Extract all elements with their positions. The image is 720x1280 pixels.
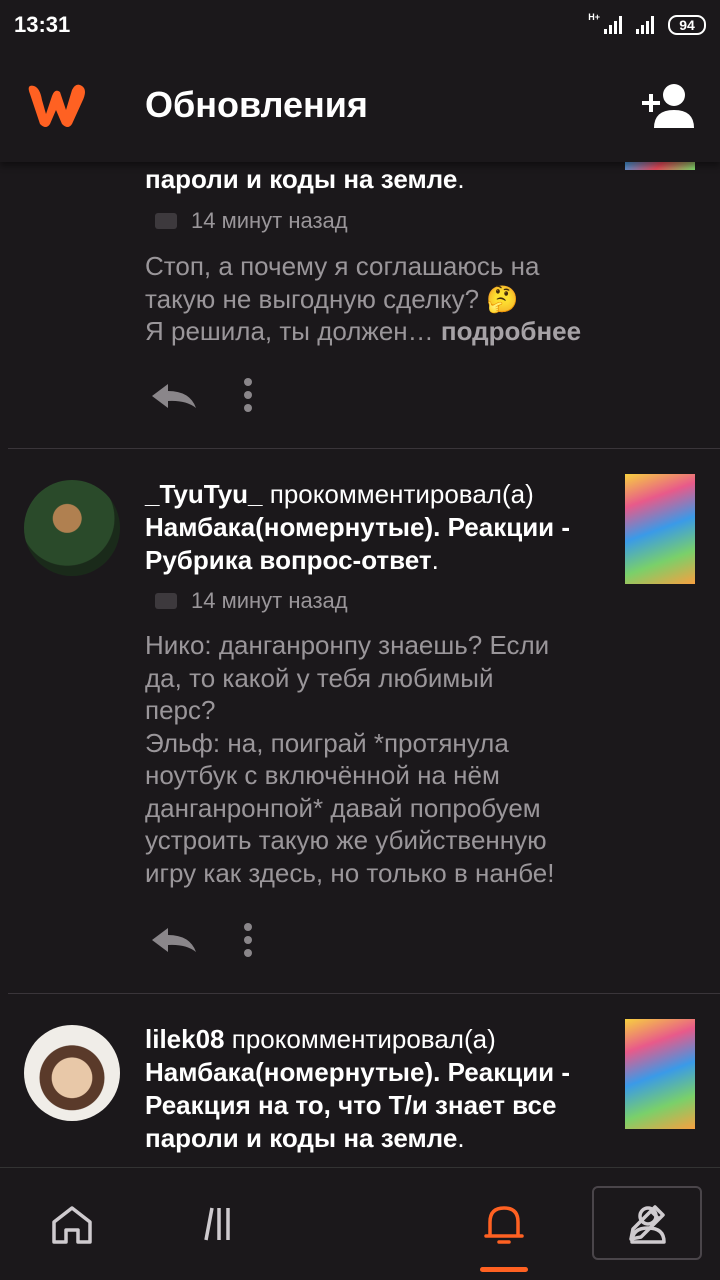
- story-title[interactable]: Намбака(номернутые). Реакции - Рубрика в…: [145, 512, 570, 575]
- status-bar: 13:31 H+ 94: [0, 0, 720, 50]
- nav-library[interactable]: [144, 1168, 288, 1280]
- comment-text: Стоп, а почему я соглашаюсь на такую не …: [145, 250, 615, 348]
- story-title[interactable]: пароли и коды на земле: [145, 164, 457, 194]
- title-period: .: [457, 1123, 465, 1153]
- timestamp: 14 минут назад: [191, 588, 348, 613]
- status-time: 13:31: [14, 12, 71, 37]
- nav-profile[interactable]: [576, 1168, 720, 1280]
- comment-text: Нико: данганронпу знаешь? Если да, то ка…: [145, 630, 555, 888]
- library-icon: [204, 1207, 230, 1241]
- divider: [8, 993, 720, 994]
- active-tab-indicator: [480, 1267, 528, 1272]
- divider: [8, 448, 720, 449]
- username[interactable]: _TyuTyu_: [145, 479, 263, 509]
- avatar[interactable]: [24, 480, 120, 576]
- reply-icon[interactable]: [150, 380, 198, 412]
- avatar[interactable]: [24, 1025, 120, 1121]
- title-period: .: [431, 545, 439, 575]
- home-icon: [52, 1206, 92, 1244]
- app-header: Обновления: [0, 50, 720, 162]
- nav-write[interactable]: [288, 1168, 702, 1280]
- battery-indicator: 94: [668, 15, 706, 35]
- read-more-link[interactable]: подробнее: [441, 316, 581, 346]
- username[interactable]: lilek08: [145, 1024, 225, 1054]
- comment-bubble-icon: [155, 593, 177, 609]
- signal-icon-2: [636, 16, 654, 34]
- network-type: H+: [588, 12, 600, 22]
- signal-icon: [604, 16, 622, 34]
- timestamp: 14 минут назад: [191, 208, 348, 233]
- wattpad-logo-icon[interactable]: [22, 80, 90, 130]
- nav-notifications[interactable]: [432, 1168, 576, 1280]
- notifications-icon: [484, 1206, 524, 1244]
- action-text: прокомментировал(а): [231, 1024, 496, 1054]
- story-cover-image[interactable]: [625, 474, 695, 584]
- comment-bubble-icon: [155, 213, 177, 229]
- reply-icon[interactable]: [150, 924, 198, 956]
- add-user-icon[interactable]: [640, 82, 696, 130]
- status-icons: H+ 94: [588, 12, 706, 35]
- nav-home[interactable]: [0, 1168, 144, 1280]
- more-options-icon[interactable]: [240, 922, 256, 958]
- action-text: прокомментировал(а): [269, 479, 534, 509]
- more-options-icon[interactable]: [240, 377, 256, 413]
- story-cover-image[interactable]: [625, 1019, 695, 1129]
- bottom-nav: [0, 1167, 720, 1280]
- profile-icon: [630, 1206, 666, 1244]
- page-title: Обновления: [145, 84, 368, 125]
- story-title[interactable]: Намбака(номернутые). Реакции - Реакция н…: [145, 1057, 570, 1153]
- title-period: .: [457, 164, 465, 194]
